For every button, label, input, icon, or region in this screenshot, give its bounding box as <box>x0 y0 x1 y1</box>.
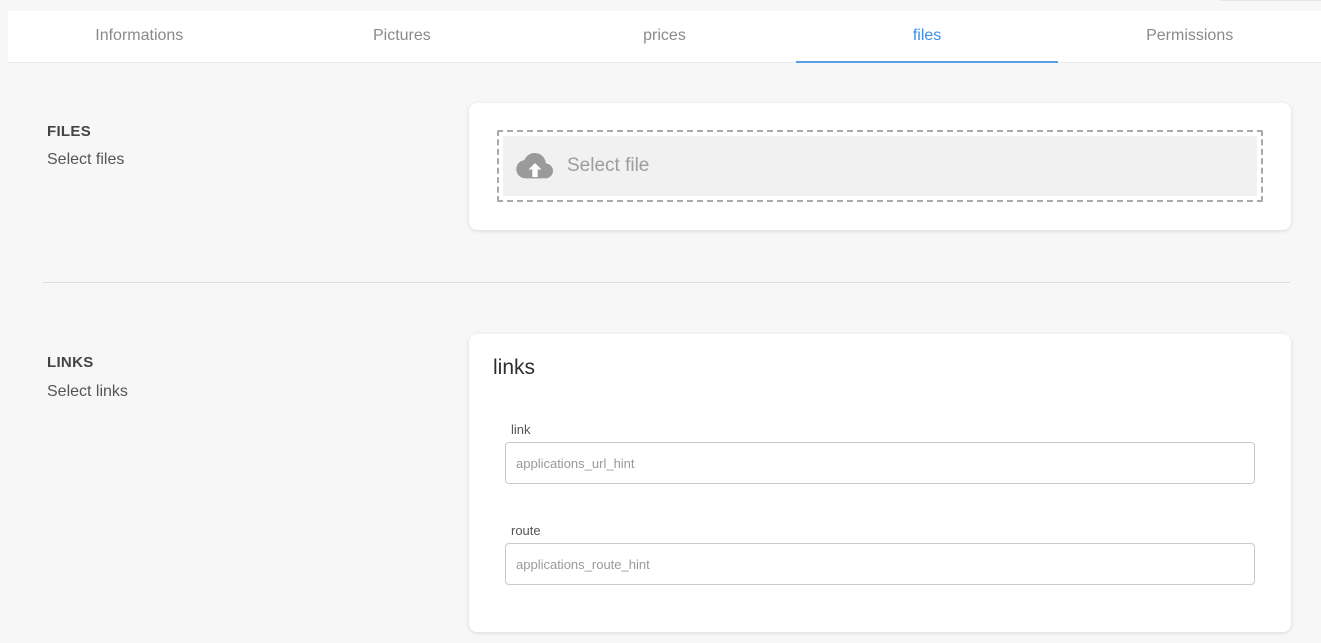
files-section-subtitle: Select files <box>47 151 125 168</box>
link-input[interactable] <box>505 442 1255 484</box>
route-input[interactable] <box>505 543 1255 585</box>
files-section-title: FILES <box>47 123 92 140</box>
tab-bar: Informations Pictures prices files Permi… <box>8 11 1321 63</box>
file-dropzone[interactable]: Select file <box>497 130 1263 202</box>
section-divider <box>43 282 1290 283</box>
links-section-subtitle: Select links <box>47 383 128 400</box>
cloud-upload-icon <box>514 149 556 183</box>
links-card-heading: links <box>493 356 536 379</box>
tab-prices[interactable]: prices <box>533 11 796 62</box>
tab-permissions[interactable]: Permissions <box>1058 11 1321 62</box>
top-edge-strip <box>1220 0 1321 1</box>
links-card: links link route <box>469 334 1291 632</box>
route-field-label: route <box>511 523 541 538</box>
tab-files[interactable]: files <box>795 11 1059 63</box>
link-field-label: link <box>511 422 531 437</box>
tab-pictures[interactable]: Pictures <box>271 11 534 62</box>
files-card: Select file <box>469 103 1291 230</box>
tab-informations[interactable]: Informations <box>8 11 271 62</box>
links-section-title: LINKS <box>47 354 94 371</box>
select-file-label: Select file <box>567 155 650 176</box>
select-file-button[interactable]: Select file <box>503 136 1257 196</box>
